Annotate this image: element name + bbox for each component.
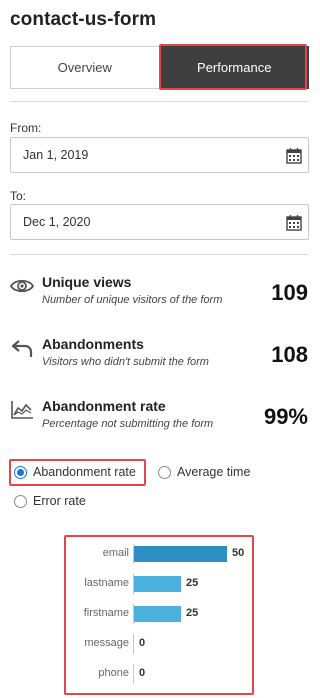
- bar: [134, 576, 181, 592]
- radio-average-time[interactable]: Average time: [158, 465, 250, 479]
- bar-row-message: message 0: [67, 634, 253, 654]
- radio-button-checked[interactable]: [14, 465, 27, 479]
- stat-value: 108: [271, 342, 308, 367]
- bar-value-label: 25: [186, 607, 199, 619]
- bar-label: lastname: [84, 577, 129, 589]
- radio-button[interactable]: [14, 494, 27, 508]
- radio-error-rate[interactable]: Error rate: [14, 494, 86, 508]
- bar-value-label: 0: [139, 667, 146, 679]
- to-date-value: Dec 1, 2020: [23, 215, 91, 229]
- bar-label: email: [102, 547, 129, 559]
- stat-description: Percentage not submitting the form: [42, 418, 214, 430]
- bar: [134, 546, 227, 562]
- calendar-icon[interactable]: [286, 214, 302, 231]
- stat-value: 99%: [263, 404, 308, 429]
- bar: [134, 606, 181, 622]
- area-chart-icon: [11, 401, 33, 419]
- field-abandonment-chart: email 50 lastname 25 firstname 25 message 0 phon…: [67, 538, 253, 692]
- stat-description: Number of unique visitors of the form: [42, 294, 223, 306]
- from-date-value: Jan 1, 2019: [23, 148, 89, 162]
- radio-label: Average time: [177, 465, 251, 479]
- calendar-icon[interactable]: [286, 147, 302, 164]
- bar-value-label: 25: [186, 577, 199, 589]
- stat-title: Abandonment rate: [42, 398, 166, 414]
- radio-label: Abandonment rate: [33, 465, 136, 479]
- from-label: From:: [10, 121, 42, 135]
- divider: [10, 101, 309, 102]
- bar-row-lastname: lastname 25: [67, 574, 253, 594]
- bar-value-label: 0: [139, 637, 146, 649]
- eye-icon: [10, 279, 34, 293]
- page-title: contact-us-form: [10, 9, 157, 30]
- bar-value-label: 50: [232, 547, 245, 559]
- undo-arrow-icon: [11, 340, 33, 357]
- stat-title: Unique views: [42, 274, 132, 290]
- stat-value: 109: [271, 280, 308, 305]
- bar-axis: [133, 664, 134, 684]
- stat-abandonment-rate: Abandonment rate Percentage not submitti…: [10, 398, 309, 442]
- bar-label: phone: [98, 667, 129, 679]
- tab-overview[interactable]: Overview: [10, 46, 160, 89]
- bar-row-phone: phone 0: [67, 664, 253, 684]
- stat-abandonments: Abandonments Visitors who didn't submit …: [10, 336, 309, 380]
- divider: [10, 254, 309, 255]
- tab-performance[interactable]: Performance: [159, 46, 309, 89]
- bar-label: message: [84, 637, 129, 649]
- bar-axis: [133, 634, 134, 654]
- stat-unique-views: Unique views Number of unique visitors o…: [10, 274, 309, 318]
- tab-bar: Overview Performance: [10, 46, 309, 89]
- radio-button[interactable]: [158, 465, 171, 479]
- radio-abandonment-rate[interactable]: Abandonment rate: [14, 465, 136, 479]
- from-date-input[interactable]: Jan 1, 2019: [10, 137, 309, 173]
- radio-label: Error rate: [33, 494, 86, 508]
- stat-description: Visitors who didn't submit the form: [42, 356, 209, 368]
- bar-row-firstname: firstname 25: [67, 604, 253, 624]
- stat-title: Abandonments: [42, 336, 144, 352]
- bar-row-email: email 50: [67, 544, 253, 564]
- bar-label: firstname: [83, 607, 129, 619]
- to-date-input[interactable]: Dec 1, 2020: [10, 204, 309, 240]
- to-label: To:: [10, 189, 27, 203]
